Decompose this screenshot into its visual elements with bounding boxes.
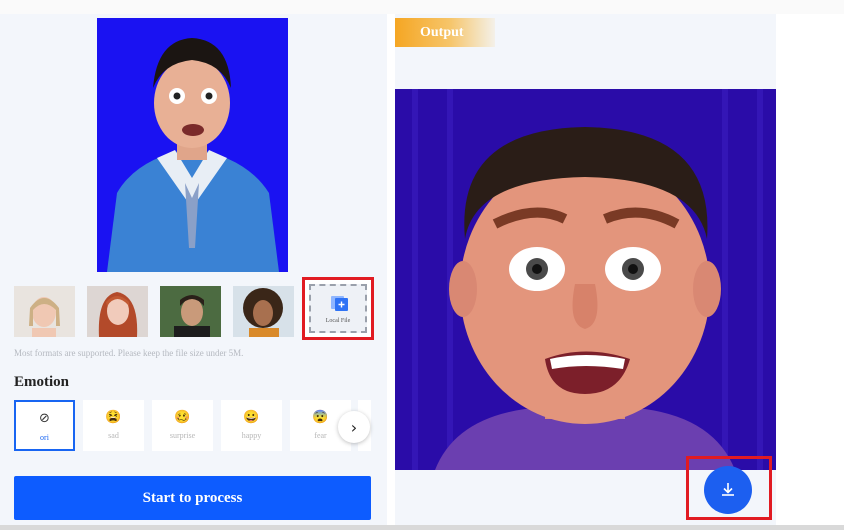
- local-file-upload-button[interactable]: Local File: [302, 277, 374, 340]
- top-strip: [0, 0, 844, 14]
- input-photo: [97, 18, 288, 272]
- emotion-option-sad[interactable]: 😫 sad: [83, 400, 144, 451]
- start-process-button[interactable]: Start to process: [14, 476, 371, 520]
- sample-thumbnail-1[interactable]: [14, 286, 75, 337]
- surprise-face-icon: 🥴: [174, 409, 191, 424]
- output-photo: [395, 89, 776, 470]
- happy-face-icon: 😀: [243, 409, 260, 424]
- sample-thumbnail-2[interactable]: [87, 286, 148, 337]
- emotion-option-surprise[interactable]: 🥴 surprise: [152, 400, 213, 451]
- sample-thumbnail-4[interactable]: [233, 286, 294, 337]
- emotion-title: Emotion: [14, 374, 70, 390]
- none-icon: ⊘: [39, 411, 50, 426]
- bottom-scrollbar[interactable]: [0, 525, 844, 530]
- emotion-label: surprise: [169, 431, 196, 440]
- emotion-next-button[interactable]: ›: [338, 411, 370, 443]
- output-tag: Output: [395, 18, 495, 47]
- sample-thumbnail-3[interactable]: [160, 286, 221, 337]
- sad-face-icon: 😫: [105, 409, 122, 424]
- emotion-label: sad: [108, 431, 119, 440]
- fear-face-icon: 😨: [312, 409, 329, 424]
- emotion-label: happy: [241, 431, 262, 440]
- local-file-label: Local File: [325, 318, 351, 324]
- emotion-option-happy[interactable]: 😀 happy: [221, 400, 282, 451]
- chevron-right-icon: ›: [350, 417, 358, 437]
- emotion-label: ori: [40, 433, 49, 442]
- emotion-option-ori[interactable]: ⊘ ori: [14, 400, 75, 451]
- download-icon: [722, 483, 734, 496]
- upload-hint: Most formats are supported. Please keep …: [14, 348, 244, 358]
- download-button[interactable]: [704, 466, 752, 514]
- add-image-icon: [331, 296, 348, 311]
- local-file-dropzone[interactable]: Local File: [309, 284, 367, 333]
